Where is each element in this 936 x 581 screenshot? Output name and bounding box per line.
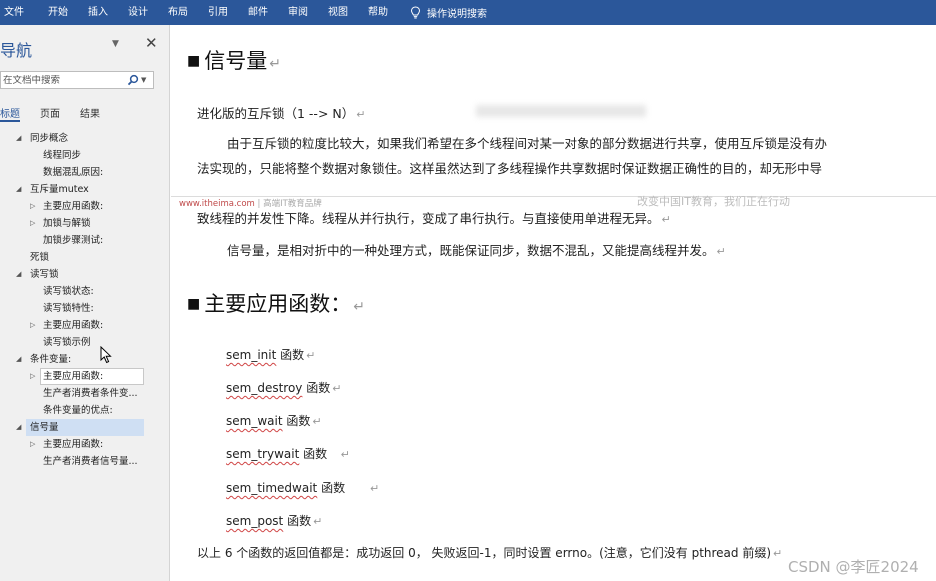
ribbon-tab-5[interactable]: 引用 <box>198 0 238 25</box>
nav-tab-headings[interactable]: 标题 <box>0 105 20 120</box>
para2: 信号量，是相对折中的一种处理方式，既能保证同步，数据不混乱，又能提高线程并发。 ↵ <box>227 243 726 258</box>
nav-heading-label: 生产者消费者信号量... <box>43 456 138 467</box>
nav-heading-label: 信号量 <box>30 422 59 433</box>
search-options-chevron-down-icon[interactable]: ▼ <box>141 76 146 84</box>
nav-pane-title: 导航 <box>0 41 33 60</box>
nav-search-box[interactable]: ▼ <box>0 71 154 89</box>
nav-heading-item[interactable]: ◢ 条件变量: <box>0 351 169 368</box>
nav-heading-item[interactable]: ▷ 主要应用函数: <box>0 198 169 215</box>
nav-heading-item[interactable]: 条件变量的优点: <box>0 402 169 419</box>
blurred-region <box>476 105 646 117</box>
expanded-triangle-icon[interactable]: ◢ <box>16 266 21 283</box>
nav-heading-label: 数据混乱原因: <box>43 167 104 178</box>
tell-me-label: 操作说明搜索 <box>427 9 487 20</box>
ribbon-tab-4[interactable]: 布局 <box>158 0 198 25</box>
expanded-triangle-icon[interactable]: ◢ <box>16 130 21 147</box>
heading-semaphore: ■ 信号量 ↵ <box>187 49 281 73</box>
nav-heading-label: 条件变量的优点: <box>43 405 113 416</box>
function-sem-trywait: sem_trywait 函数 ↵ <box>226 447 350 461</box>
nav-heading-item[interactable]: ◢ 互斥量mutex <box>0 181 169 198</box>
nav-heading-item[interactable]: ▷ 主要应用函数: <box>0 368 169 385</box>
active-tab-underline <box>0 120 20 122</box>
heading-tree: ◢ 同步概念线程同步数据混乱原因: ◢ 互斥量mutex ▷ 主要应用函数: ▷ 加锁与解锁加… <box>0 130 169 470</box>
nav-heading-label: 加锁与解锁 <box>43 218 91 229</box>
collapsed-triangle-icon[interactable]: ▷ <box>30 198 35 215</box>
ribbon-tab-9[interactable]: 帮助 <box>358 0 398 25</box>
mouse-cursor-icon <box>100 346 112 364</box>
nav-heading-label: 读写锁特性: <box>43 303 94 314</box>
nav-heading-item[interactable]: 线程同步 <box>0 147 169 164</box>
function-sem-post: sem_post 函数 ↵ <box>226 514 323 528</box>
nav-tabs: 标题 页面 结果 <box>0 105 120 120</box>
nav-heading-item[interactable]: 死锁 <box>0 249 169 266</box>
collapsed-triangle-icon[interactable]: ▷ <box>30 215 35 232</box>
nav-heading-label: 同步概念 <box>30 133 69 144</box>
ribbon-tab-0[interactable]: 文件 <box>0 0 38 25</box>
nav-tab-results[interactable]: 结果 <box>80 105 100 120</box>
nav-close-icon[interactable]: ✕ <box>145 34 158 52</box>
ribbon-tabs: 文件 开始 插入 设计 布局 引用 邮件 审阅 视图 帮助 操作说明搜索 <box>0 0 936 25</box>
nav-heading-item[interactable]: ◢ 同步概念 <box>0 130 169 147</box>
csdn-watermark: CSDN @李匠2024 <box>788 558 919 576</box>
nav-heading-label: 主要应用函数: <box>43 320 104 331</box>
navigation-pane: 导航 ▼ ✕ ▼ 标题 页面 结果 ◢ 同步概念线程同步数据混乱原因: ◢ 互斥量mu… <box>0 25 170 581</box>
ribbon-tab-1[interactable]: 开始 <box>38 0 78 25</box>
nav-heading-item[interactable]: ◢ 读写锁 <box>0 266 169 283</box>
function-sem-init: sem_init 函数 ↵ <box>226 348 316 362</box>
ribbon-tab-3[interactable]: 设计 <box>118 0 158 25</box>
nav-search-input[interactable] <box>1 74 125 86</box>
tell-me-search[interactable]: 操作说明搜索 <box>398 5 487 20</box>
collapsed-triangle-icon[interactable]: ▷ <box>30 368 35 385</box>
expanded-triangle-icon[interactable]: ◢ <box>16 351 21 368</box>
nav-tab-pages[interactable]: 页面 <box>40 105 60 120</box>
function-sem-destroy: sem_destroy 函数 ↵ <box>226 381 342 395</box>
document-page[interactable]: ■ 信号量 ↵ 进化版的互斥锁（1 --> N） ↵ 由于互斥锁的粒度比较大，如果我们… <box>171 25 936 581</box>
heading-main-functions: ■ 主要应用函数： ↵ <box>187 292 365 316</box>
ribbon-tab-2[interactable]: 插入 <box>78 0 118 25</box>
nav-heading-label: 主要应用函数: <box>43 201 104 212</box>
collapsed-triangle-icon[interactable]: ▷ <box>30 436 35 453</box>
nav-heading-item[interactable]: ▷ 加锁与解锁 <box>0 215 169 232</box>
nav-heading-label: 读写锁示例 <box>43 337 91 348</box>
nav-heading-item[interactable]: 数据混乱原因: <box>0 164 169 181</box>
para1-line3: 致线程的并发性下降。线程从并行执行，变成了串行执行。与直接使用单进程无异。 ↵ <box>197 211 671 226</box>
nav-heading-item[interactable]: 生产者消费者信号量... <box>0 453 169 470</box>
para1-line2: 法实现的，只能将整个数据对象锁住。这样虽然达到了多线程操作共享数据时保证数据正确… <box>197 161 823 176</box>
nav-heading-item[interactable]: 读写锁示例 <box>0 334 169 351</box>
nav-heading-item[interactable]: 读写锁状态: <box>0 283 169 300</box>
nav-heading-label: 死锁 <box>30 252 50 263</box>
ribbon-tab-8[interactable]: 视图 <box>318 0 358 25</box>
lightbulb-icon <box>410 6 421 19</box>
expanded-triangle-icon[interactable]: ◢ <box>16 419 21 436</box>
collapsed-triangle-icon[interactable]: ▷ <box>30 317 35 334</box>
nav-heading-label: 读写锁 <box>30 269 59 280</box>
nav-heading-label: 主要应用函数: <box>43 439 104 450</box>
nav-heading-label: 读写锁状态: <box>43 286 94 297</box>
nav-heading-label: 加锁步骤测试: <box>43 235 104 246</box>
nav-options-chevron-down-icon[interactable]: ▼ <box>112 39 119 49</box>
nav-heading-label: 互斥量mutex <box>30 184 89 195</box>
nav-heading-item[interactable]: 生产者消费者条件变... <box>0 385 169 402</box>
para-intro: 进化版的互斥锁（1 --> N） ↵ <box>197 106 366 121</box>
nav-heading-item[interactable]: ◢ 信号量 <box>0 419 169 436</box>
para1-line1: 由于互斥锁的粒度比较大，如果我们希望在多个线程间对某一对象的部分数据进行共享，使… <box>227 136 828 151</box>
nav-heading-item[interactable]: ▷ 主要应用函数: <box>0 436 169 453</box>
ribbon-tab-7[interactable]: 审阅 <box>278 0 318 25</box>
nav-heading-label: 主要应用函数: <box>43 371 104 382</box>
nav-heading-item[interactable]: ▷ 主要应用函数: <box>0 317 169 334</box>
function-sem-timedwait: sem_timedwait 函数 ↵ <box>226 481 380 495</box>
expanded-triangle-icon[interactable]: ◢ <box>16 181 21 198</box>
ribbon-tab-6[interactable]: 邮件 <box>238 0 278 25</box>
nav-heading-item[interactable]: 加锁步骤测试: <box>0 232 169 249</box>
nav-heading-label: 条件变量: <box>30 354 72 365</box>
para-summary: 以上 6 个函数的返回值都是：成功返回 0， 失败返回-1，同时设置 errno… <box>197 546 783 560</box>
search-icon[interactable] <box>127 74 139 86</box>
nav-heading-label: 生产者消费者条件变... <box>43 388 138 399</box>
watermark-slogan: 改变中国IT教育，我们正在行动 <box>637 195 790 208</box>
nav-heading-item[interactable]: 读写锁特性: <box>0 300 169 317</box>
function-sem-wait: sem_wait 函数 ↵ <box>226 414 322 428</box>
nav-heading-label: 线程同步 <box>43 150 82 161</box>
